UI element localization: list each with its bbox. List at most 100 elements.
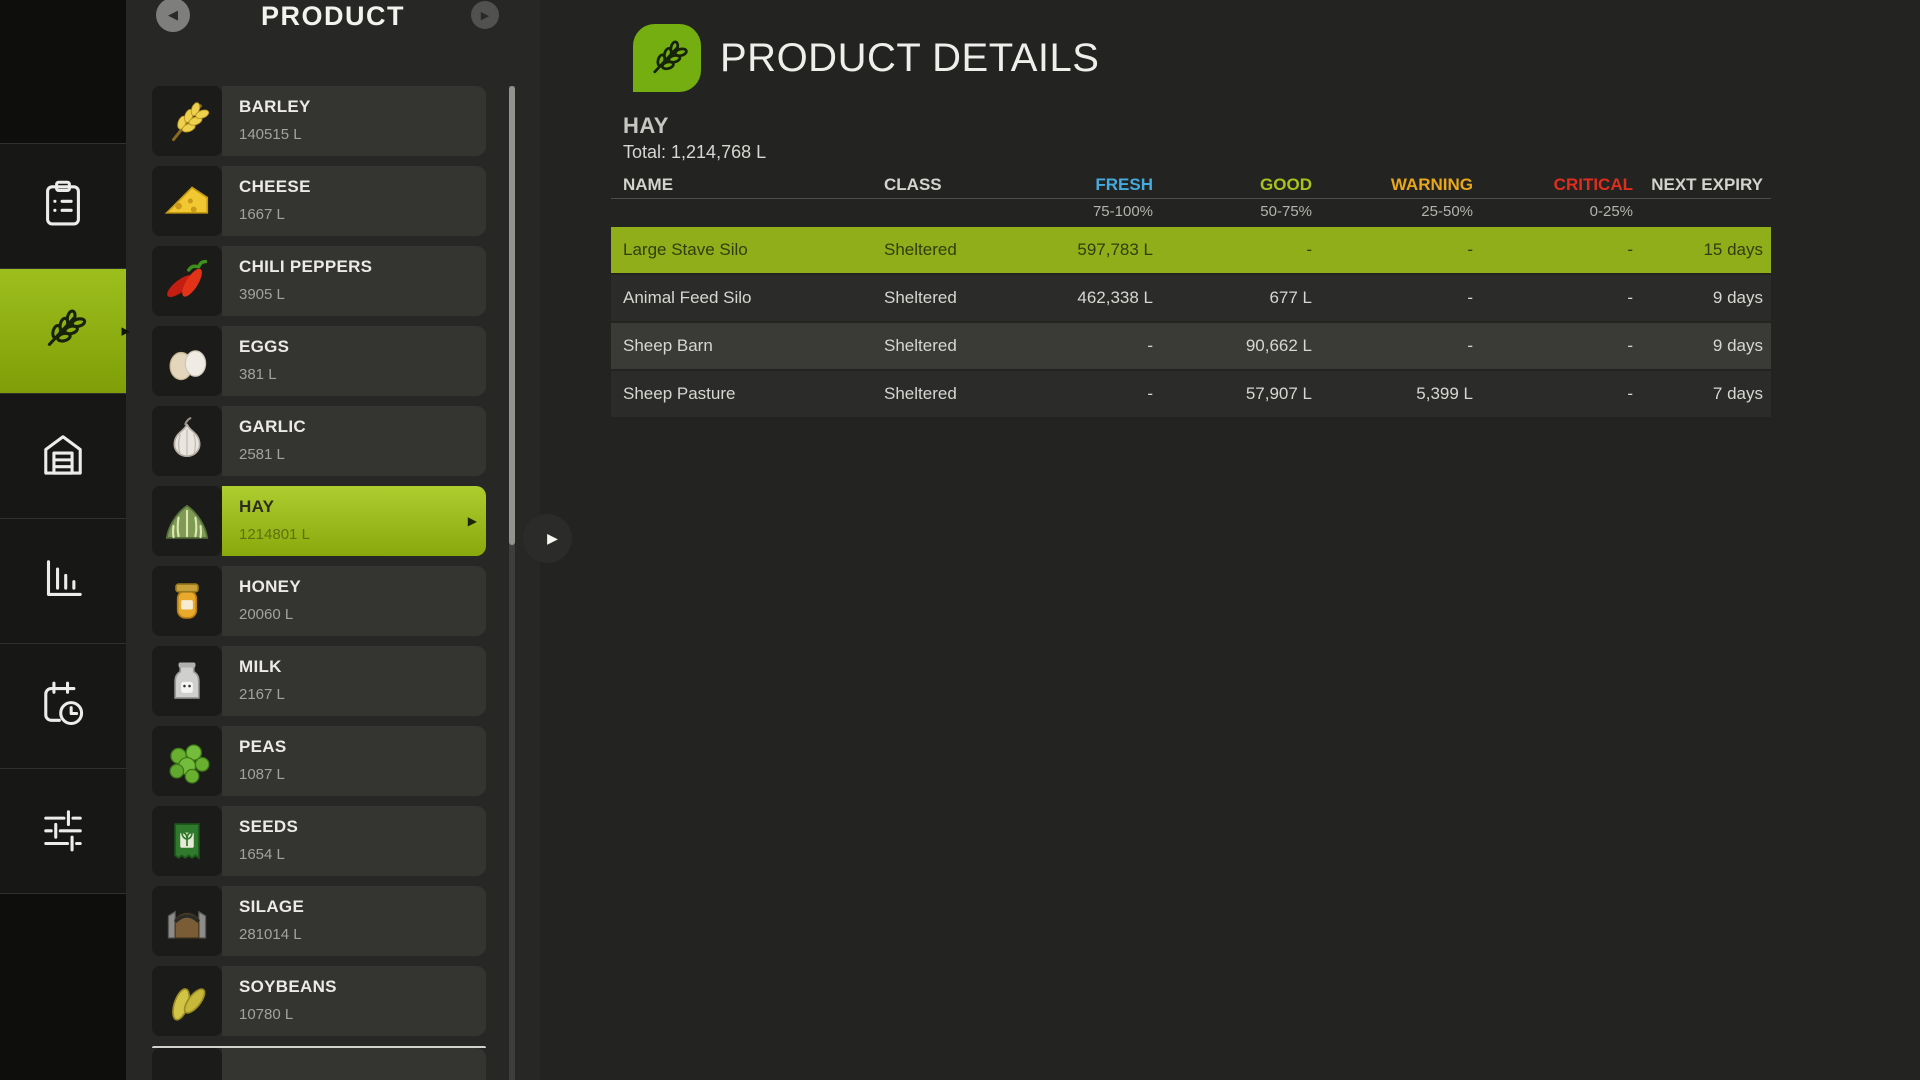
nav-tab-calendar-clock[interactable] [0, 644, 126, 769]
product-amount: 1667 L [239, 206, 486, 223]
product-list-panel: ◀ PRODUCT ▶ BARLEY140515 LCHEESE1667 LCH… [126, 0, 540, 1080]
product-name: CHEESE [239, 177, 486, 197]
product-name: EGGS [239, 337, 486, 357]
product-item-body: CHEESE 1667 L [222, 166, 486, 236]
product-item-body: PEAS1087 L [222, 726, 486, 796]
eggs-icon [152, 326, 222, 396]
product-list-item-cheese[interactable]: CHEESE 1667 L [152, 166, 486, 236]
storage-row-sheep-pasture[interactable]: Sheep PastureSheltered-57,907 L5,399 L-7… [611, 371, 1771, 417]
product-amount: 1087 L [239, 766, 486, 783]
seeds-icon [152, 806, 222, 876]
column-header-fresh: FRESH [1014, 175, 1153, 195]
cell-class: Sheltered [884, 336, 1014, 356]
product-list-item-peas[interactable]: PEAS1087 L [152, 726, 486, 796]
page-title: PRODUCT DETAILS [720, 36, 1099, 81]
right-arrow-icon: ▶ [547, 530, 558, 547]
cell-warning: - [1312, 240, 1473, 260]
honey-icon [152, 566, 222, 636]
product-name: SILAGE [239, 897, 486, 917]
cell-critical: - [1473, 384, 1633, 404]
product-item-body: SEEDS1654 L [222, 806, 486, 876]
product-amount: 1654 L [239, 846, 486, 863]
cell-good: 677 L [1153, 288, 1312, 308]
table-header-row: NAMECLASSFRESHGOODWARNINGCRITICALNEXT EX… [611, 172, 1771, 199]
cell-good: 57,907 L [1153, 384, 1312, 404]
product-list-item-barley[interactable]: BARLEY140515 L [152, 86, 486, 156]
column-header-expiry: NEXT EXPIRY [1633, 175, 1763, 195]
sliders-icon [34, 800, 92, 863]
storage-row-animal-feed-silo[interactable]: Animal Feed SiloSheltered462,338 L677 L-… [611, 275, 1771, 321]
cheese-icon [152, 166, 222, 236]
product-list-item-seeds[interactable]: SEEDS1654 L [152, 806, 486, 876]
column-header-critical: CRITICAL [1473, 175, 1633, 195]
panel-expand-button[interactable]: ▶ [523, 514, 572, 563]
product-amount: 20060 L [239, 606, 486, 623]
product-list-item-garlic[interactable]: GARLIC 2581 L [152, 406, 486, 476]
garlic-icon [152, 406, 222, 476]
barn-icon [34, 425, 92, 488]
product-amount: 2167 L [239, 686, 486, 703]
product-item-body: MILK 2167 L [222, 646, 486, 716]
clipboard-list-icon [34, 175, 92, 238]
product-name: GARLIC [239, 417, 486, 437]
product-list-item-chili-peppers[interactable]: CHILI PEPPERS3905 L [152, 246, 486, 316]
cell-expiry: 9 days [1633, 336, 1763, 356]
silage-icon [152, 886, 222, 956]
product-item-body: BARLEY140515 L [222, 86, 486, 156]
selected-item-marker-icon: ▶ [468, 514, 477, 528]
storage-row-large-stave-silo[interactable]: Large Stave SiloSheltered597,783 L---15 … [611, 227, 1771, 273]
scrollbar-thumb[interactable] [509, 86, 515, 545]
product-amount: 2581 L [239, 446, 486, 463]
calendar-clock-icon [34, 675, 92, 738]
product-amount: 1214801 L [239, 526, 486, 543]
cell-class: Sheltered [884, 288, 1014, 308]
product-list-scrollbar[interactable] [509, 86, 515, 1080]
cell-fresh: 597,783 L [1014, 240, 1153, 260]
product-list-item-soybeans[interactable]: SOYBEANS10780 L [152, 966, 486, 1036]
nav-tab-barn[interactable] [0, 394, 126, 519]
column-subheader-fresh: 75-100% [1014, 203, 1153, 220]
product-list-item-silage[interactable]: SILAGE281014 L [152, 886, 486, 956]
wheat-icon [34, 300, 92, 363]
product-amount: 381 L [239, 366, 486, 383]
cell-class: Sheltered [884, 384, 1014, 404]
milk-icon [152, 646, 222, 716]
product-name: MILK [239, 657, 486, 677]
nav-tab-clipboard-list[interactable] [0, 144, 126, 269]
cell-expiry: 15 days [1633, 240, 1763, 260]
nav-rail-spacer [0, 0, 126, 144]
barley-icon [152, 86, 222, 156]
nav-tab-bar-chart[interactable] [0, 519, 126, 644]
product-list-item-eggs[interactable]: EGGS 381 L [152, 326, 486, 396]
product-amount: 3905 L [239, 286, 486, 303]
cell-warning: - [1312, 336, 1473, 356]
product-item-body: CHILI PEPPERS3905 L [222, 246, 486, 316]
hay-icon [152, 486, 222, 556]
product-item-body: EGGS 381 L [222, 326, 486, 396]
right-arrow-icon: ▶ [481, 9, 489, 22]
cell-name: Large Stave Silo [623, 240, 884, 260]
cell-good: 90,662 L [1153, 336, 1312, 356]
wheat-icon [633, 24, 701, 92]
product-list-item-milk[interactable]: MILK 2167 L [152, 646, 486, 716]
product-item-body: GARLIC 2581 L [222, 406, 486, 476]
hidden [152, 1048, 222, 1080]
cell-fresh: - [1014, 336, 1153, 356]
storage-row-sheep-barn[interactable]: Sheep BarnSheltered-90,662 L--9 days [611, 323, 1771, 369]
product-list-item[interactable] [152, 1046, 486, 1080]
selected-tab-marker-icon: ▶ [122, 325, 130, 338]
nav-tab-wheat[interactable]: ▶ [0, 269, 126, 394]
column-header-name: NAME [623, 175, 884, 195]
product-amount: 10780 L [239, 1006, 486, 1023]
product-list: BARLEY140515 L CHEESE 1667 L CHILI PEPPERS3… [152, 86, 486, 1080]
product-item-body: HAY1214801 L [222, 486, 486, 556]
product-next-button[interactable]: ▶ [471, 1, 499, 29]
table-subheader-row: 75-100%50-75%25-50%0-25% [611, 199, 1771, 224]
product-list-item-honey[interactable]: HONEY20060 L [152, 566, 486, 636]
product-details-panel: ▶ PRODUCT DETAILS HAY Total: 1,214,768 L… [540, 0, 1920, 1080]
column-header-class: CLASS [884, 175, 1014, 195]
cell-critical: - [1473, 240, 1633, 260]
product-list-item-hay[interactable]: HAY1214801 L▶ [152, 486, 486, 556]
nav-tab-sliders[interactable] [0, 769, 126, 894]
peas-icon [152, 726, 222, 796]
